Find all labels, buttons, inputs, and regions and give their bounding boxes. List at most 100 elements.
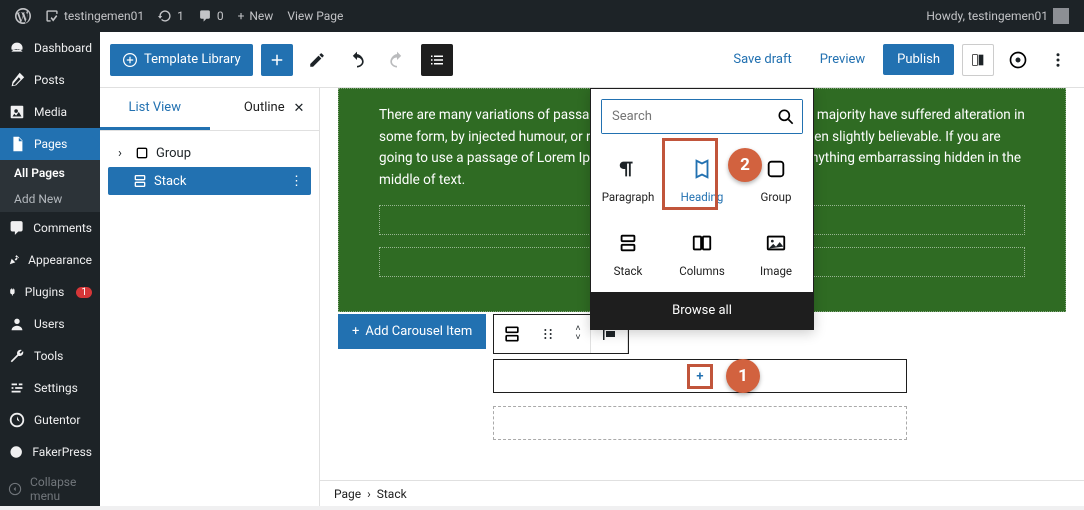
search-input[interactable]: [602, 100, 802, 133]
menu-label: Users: [34, 317, 65, 331]
menu-plugins[interactable]: Plugins 1: [0, 276, 100, 308]
save-draft-button[interactable]: Save draft: [723, 44, 801, 75]
menu-tools[interactable]: Tools: [0, 340, 100, 372]
view-label: View Page: [287, 9, 343, 23]
edit-tool-button[interactable]: [301, 44, 333, 76]
redo-button[interactable]: [381, 44, 413, 76]
block-inserter-popover: Paragraph Heading Group Stack Columns Im…: [590, 88, 814, 330]
admin-sidebar: Dashboard Posts Media Pages All Pages Ad…: [0, 32, 100, 506]
inserter-heading[interactable]: Heading: [665, 144, 739, 218]
tree-label: Stack: [154, 174, 186, 189]
annotation-badge-2: 2: [728, 148, 762, 182]
search-icon: [776, 107, 796, 127]
wp-logo[interactable]: [8, 0, 38, 32]
view-button[interactable]: [962, 44, 994, 76]
new-label: New: [249, 9, 273, 23]
submenu-pages: All Pages Add New: [0, 160, 100, 212]
breadcrumb-sep: ›: [367, 487, 371, 501]
avatar: [1053, 8, 1069, 24]
tree-item-group[interactable]: › Group: [104, 139, 315, 167]
menu-label: Comments: [33, 221, 92, 235]
admin-bar: testingemen01 1 0 +New View Page Howdy, …: [0, 0, 1084, 32]
preview-button[interactable]: Preview: [810, 44, 875, 75]
inserter-label: Group: [743, 190, 809, 204]
menu-dashboard[interactable]: Dashboard: [0, 32, 100, 64]
annotation-badge-1: 1: [726, 359, 760, 393]
inserter-label: Paragraph: [595, 190, 661, 204]
howdy-account[interactable]: Howdy, testingemen01: [919, 0, 1076, 32]
options-button[interactable]: [1042, 44, 1074, 76]
add-carousel-button[interactable]: +Add Carousel Item: [338, 314, 486, 349]
menu-gutentor[interactable]: Gutentor: [0, 404, 100, 436]
inserter-columns[interactable]: Columns: [665, 218, 739, 292]
inserter-stack[interactable]: Stack: [591, 218, 665, 292]
site-name-label: testingemen01: [64, 9, 144, 23]
menu-label: Collapse menu: [30, 475, 92, 503]
breadcrumb-page[interactable]: Page: [334, 487, 361, 501]
site-name[interactable]: testingemen01: [38, 0, 151, 32]
menu-fakerpress[interactable]: FakerPress: [0, 436, 100, 468]
menu-appearance[interactable]: Appearance: [0, 244, 100, 276]
menu-label: Pages: [34, 137, 67, 151]
menu-label: Posts: [34, 73, 65, 87]
plus-icon: +: [352, 324, 359, 339]
updates-indicator[interactable]: 1: [151, 0, 191, 32]
menu-label: Appearance: [28, 253, 92, 267]
search-box: [601, 99, 803, 134]
menu-users[interactable]: Users: [0, 308, 100, 340]
menu-posts[interactable]: Posts: [0, 64, 100, 96]
editor: Template Library Save draft Preview Publ…: [100, 32, 1084, 506]
tab-list-view[interactable]: List View: [100, 88, 210, 130]
submenu-add-new[interactable]: Add New: [0, 186, 100, 212]
comments-count: 0: [217, 9, 224, 23]
inserter-image[interactable]: Image: [739, 218, 813, 292]
dashed-appender[interactable]: [493, 406, 907, 440]
chevron-right-icon[interactable]: ›: [112, 146, 128, 161]
menu-comments[interactable]: Comments: [0, 212, 100, 244]
menu-label: Settings: [34, 381, 78, 395]
menu-settings[interactable]: Settings: [0, 372, 100, 404]
inserter-paragraph[interactable]: Paragraph: [591, 144, 665, 218]
undo-button[interactable]: [341, 44, 373, 76]
chevron-down-icon[interactable]: ˅: [575, 334, 580, 343]
drag-handle[interactable]: [530, 315, 566, 353]
plugin-badge: 1: [76, 287, 92, 298]
tree-item-stack[interactable]: Stack ⋮: [108, 167, 311, 195]
howdy-label: Howdy, testingemen01: [926, 9, 1048, 23]
menu-collapse[interactable]: Collapse menu: [0, 468, 100, 510]
block-type-button[interactable]: [494, 315, 530, 353]
template-library-button[interactable]: Template Library: [110, 44, 253, 76]
publish-button[interactable]: Publish: [883, 44, 954, 75]
menu-label: Gutentor: [34, 413, 80, 427]
inserter-label: Image: [743, 264, 809, 278]
tree-label: Group: [156, 146, 191, 161]
template-lib-label: Template Library: [144, 52, 241, 67]
list-view-toggle[interactable]: [421, 44, 453, 76]
gutentor-settings-button[interactable]: [1002, 44, 1034, 76]
close-panel-button[interactable]: ✕: [287, 96, 311, 120]
updates-count: 1: [177, 9, 184, 23]
submenu-all-pages[interactable]: All Pages: [0, 160, 100, 186]
new-content[interactable]: +New: [231, 0, 281, 32]
block-tree: › Group Stack ⋮: [100, 131, 319, 203]
inserter-label: Stack: [595, 264, 661, 278]
menu-pages[interactable]: Pages: [0, 128, 100, 160]
menu-label: Dashboard: [34, 41, 92, 55]
list-view-panel: List View Outline ✕ ›Group Stack⋮: [100, 88, 320, 506]
view-page[interactable]: View Page: [280, 0, 350, 32]
block-appender[interactable]: +: [493, 359, 907, 393]
move-arrows[interactable]: ˄˅: [566, 315, 590, 353]
inserter-label: Heading: [669, 190, 735, 204]
browse-all-button[interactable]: Browse all: [591, 292, 813, 329]
editor-toolbar: Template Library Save draft Preview Publ…: [100, 32, 1084, 88]
add-block-button[interactable]: [261, 44, 293, 76]
menu-label: Tools: [34, 349, 63, 363]
breadcrumb-stack[interactable]: Stack: [377, 487, 407, 501]
menu-label: Plugins: [25, 285, 65, 299]
block-breadcrumb: Page › Stack: [320, 480, 1084, 506]
comments-indicator[interactable]: 0: [191, 0, 231, 32]
item-options-button[interactable]: ⋮: [290, 174, 303, 189]
plus-icon[interactable]: +: [687, 364, 712, 389]
editor-canvas[interactable]: There are many variations of passages of…: [320, 88, 1084, 506]
menu-media[interactable]: Media: [0, 96, 100, 128]
